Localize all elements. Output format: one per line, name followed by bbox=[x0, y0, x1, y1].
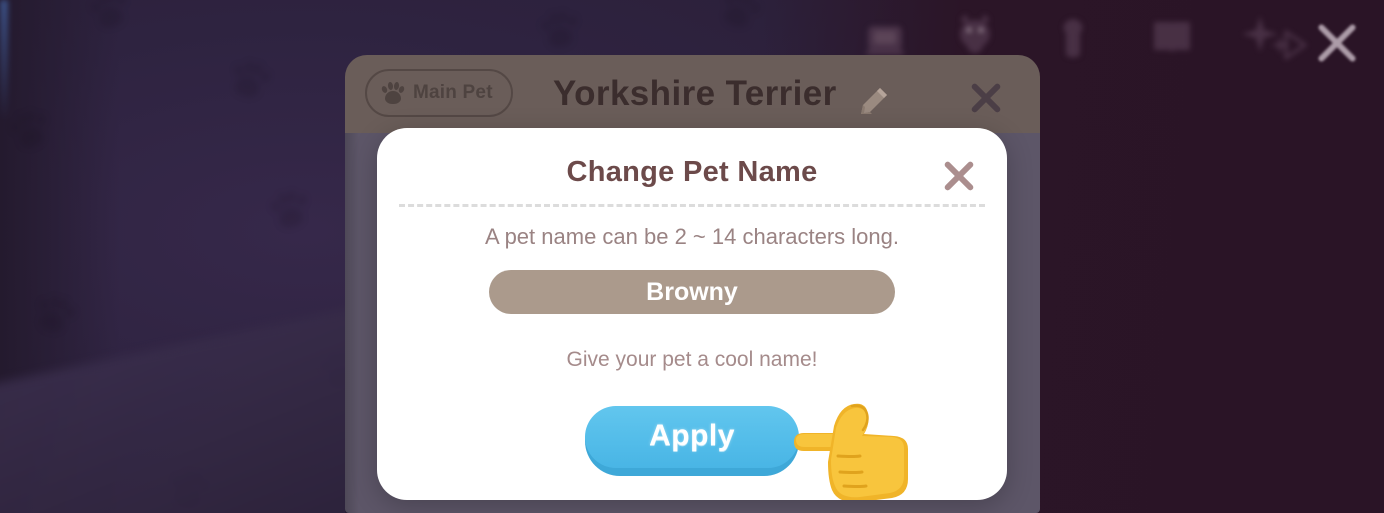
tv-icon[interactable] bbox=[862, 18, 908, 58]
main-pet-badge[interactable]: Main Pet bbox=[365, 69, 513, 117]
bone-icon[interactable] bbox=[1056, 16, 1090, 62]
dialog-title: Change Pet Name bbox=[566, 156, 818, 188]
apply-button-wrap: Apply bbox=[585, 406, 799, 482]
paw-icon bbox=[226, 56, 274, 104]
pencil-icon[interactable] bbox=[856, 85, 890, 119]
pet-name-title: Yorkshire Terrier bbox=[553, 74, 837, 113]
background-window-edge bbox=[0, 0, 8, 120]
paw-icon bbox=[30, 290, 79, 339]
paw-icon bbox=[266, 186, 314, 234]
encouragement-hint: Give your pet a cool name! bbox=[566, 348, 818, 371]
game-screen: Main Pet Yorkshire Terrier Change Pet Na… bbox=[0, 0, 1384, 513]
dialog-divider bbox=[399, 204, 985, 207]
paw-icon bbox=[85, 0, 134, 35]
pointing-hand-left-icon bbox=[786, 396, 914, 500]
paw-icon bbox=[380, 81, 406, 104]
dialog-close-icon[interactable] bbox=[937, 154, 981, 198]
paw-icon bbox=[715, 0, 765, 35]
pet-header-close-icon[interactable] bbox=[965, 77, 1007, 119]
pet-header-bar: Main Pet Yorkshire Terrier bbox=[345, 55, 1040, 133]
dog-icon[interactable] bbox=[950, 12, 1000, 60]
main-pet-badge-label: Main Pet bbox=[413, 82, 493, 103]
paw-icon bbox=[5, 105, 55, 155]
name-length-hint: A pet name can be 2 ~ 14 characters long… bbox=[485, 224, 899, 249]
background-close-icon[interactable] bbox=[1308, 14, 1366, 72]
play-icon[interactable] bbox=[1278, 28, 1312, 62]
apply-button[interactable] bbox=[585, 406, 799, 476]
book-icon[interactable] bbox=[1150, 18, 1194, 58]
paw-icon bbox=[537, 7, 583, 53]
pet-name-input[interactable] bbox=[489, 270, 895, 314]
